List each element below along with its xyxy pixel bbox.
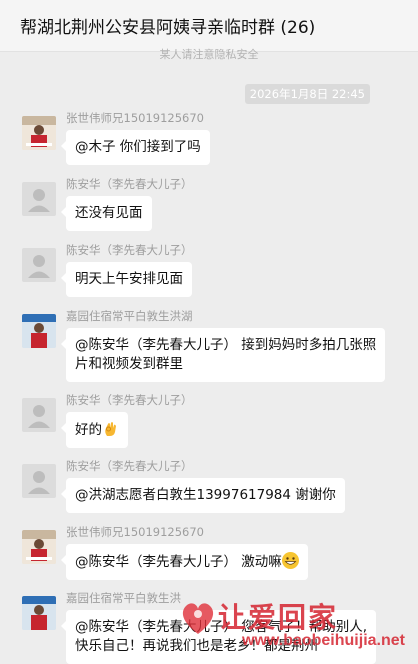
sender-name: 张世伟师兄15019125670 (66, 111, 204, 125)
default-avatar-icon[interactable] (22, 248, 56, 282)
message-text: 好的 (75, 422, 102, 438)
sender-name: 嘉园住宿常平白敦生洪 (66, 591, 181, 605)
message-text: @木子 你们接到了吗 (75, 139, 201, 155)
message-bubble[interactable]: 还没有见面 (61, 196, 152, 231)
sender-name: 陈安华（李先春大儿子） (66, 459, 193, 473)
message-bubble[interactable]: @陈安华（李先春大儿子） 激动嘛 (61, 544, 308, 580)
watermark-url: www.baobeihuijia.net (242, 632, 405, 649)
message-text: 还没有见面 (75, 205, 143, 221)
message-text: @洪湖志愿者白敦生13997617984 谢谢你 (75, 487, 336, 503)
message-bubble[interactable]: @洪湖志愿者白敦生13997617984 谢谢你 (61, 478, 345, 513)
message-text-line: @陈安华（李先春大儿子） 接到妈妈时多拍几张照 (75, 337, 377, 353)
default-avatar-icon[interactable] (22, 398, 56, 432)
default-avatar-icon[interactable] (22, 464, 56, 498)
message-bubble[interactable]: 明天上午安排见面 (61, 262, 192, 297)
avatar[interactable] (22, 596, 56, 630)
chat-title: 帮湖北荆州公安县阿姨寻亲临时群 (26) (20, 18, 316, 38)
ok-hand-emoji-icon (102, 420, 119, 437)
message-bubble[interactable]: @木子 你们接到了吗 (61, 130, 210, 165)
message-bubble[interactable]: @陈安华（李先春大儿子） 接到妈妈时多拍几张照 片和视频发到群里 (60, 328, 386, 382)
avatar[interactable] (22, 116, 56, 150)
message-bubble[interactable]: 好的 (61, 412, 128, 448)
sender-name: 张世伟师兄15019125670 (66, 525, 204, 539)
privacy-notice: 某人请注意隐私安全 (159, 48, 259, 60)
sender-name: 嘉园住宿常平白敦生洪湖 (66, 309, 193, 323)
avatar[interactable] (22, 530, 56, 564)
sender-name: 陈安华（李先春大儿子） (66, 177, 193, 191)
sender-name: 陈安华（李先春大儿子） (66, 393, 193, 407)
chat-title-bar: 帮湖北荆州公安县阿姨寻亲临时群 (26) (0, 0, 418, 52)
message-text: @陈安华（李先春大儿子） 激动嘛 (75, 554, 282, 570)
message-text: 明天上午安排见面 (75, 271, 183, 287)
watermark: 让爱回家 www.baobeihuijia.net (178, 596, 412, 658)
heart-logo-icon (182, 603, 214, 634)
watermark-text: 让爱回家 (218, 601, 339, 634)
sender-name: 陈安华（李先春大儿子） (66, 243, 193, 257)
message-text-line: 片和视频发到群里 (75, 356, 183, 372)
grinning-emoji-icon (281, 552, 299, 569)
default-avatar-icon[interactable] (22, 182, 56, 216)
avatar[interactable] (22, 314, 56, 348)
message-timestamp: 2026年1月8日 22:45 (244, 84, 370, 104)
